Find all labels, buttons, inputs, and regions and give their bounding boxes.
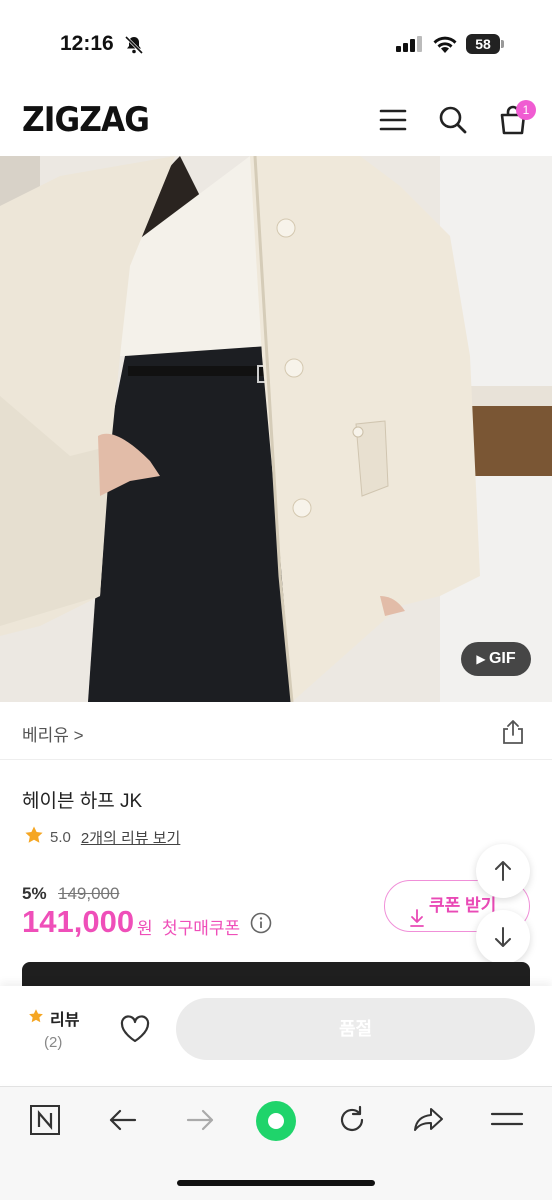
status-bar: 12:16 58: [0, 0, 552, 84]
info-icon[interactable]: [250, 912, 272, 939]
first-purchase-coupon-label: 첫구매쿠폰: [162, 919, 241, 938]
wifi-icon: [432, 35, 458, 58]
heart-icon[interactable]: [119, 1014, 151, 1049]
rating-row: 5.0 2개의 리뷰 보기: [24, 825, 180, 849]
review-tab-label: 리뷰: [50, 1012, 80, 1029]
share-icon[interactable]: [499, 718, 527, 751]
search-icon[interactable]: [437, 104, 469, 136]
app-header: ZIGZAG: [0, 84, 552, 156]
back-icon[interactable]: [106, 1105, 140, 1140]
green-dot-icon[interactable]: [254, 1099, 298, 1148]
review-count: (2): [44, 1034, 63, 1051]
product-photo: [0, 156, 552, 702]
share-forward-icon[interactable]: [412, 1103, 446, 1142]
play-icon: ▶: [476, 652, 489, 666]
star-icon: [24, 825, 44, 849]
browser-menu-icon[interactable]: [490, 1107, 524, 1138]
discount-rate: 5%: [22, 884, 47, 903]
gif-label: GIF: [488, 650, 516, 667]
cart-count-badge: 1: [516, 100, 536, 120]
bell-slash-icon: [124, 35, 144, 60]
reload-icon[interactable]: [335, 1103, 369, 1142]
download-icon: [409, 897, 425, 947]
naver-n-icon[interactable]: [28, 1103, 62, 1142]
status-time: 12:16: [60, 32, 114, 55]
forward-icon[interactable]: [183, 1105, 217, 1140]
zigzag-logo[interactable]: ZIGZAG: [22, 100, 150, 140]
store-row: 베리유 >: [0, 702, 552, 760]
scroll-up-button[interactable]: [476, 844, 530, 898]
battery-tip: [501, 40, 504, 48]
scroll-down-button[interactable]: [476, 910, 530, 964]
currency-unit: 원: [137, 919, 153, 938]
battery-level: 58: [466, 34, 500, 54]
menu-icon[interactable]: [377, 104, 409, 136]
original-price: 149,000: [58, 884, 120, 903]
star-icon: [28, 1008, 44, 1029]
rating-value: 5.0: [50, 828, 71, 846]
store-link[interactable]: 베리유 >: [22, 721, 84, 746]
home-indicator: [177, 1180, 375, 1186]
sale-price: 141,000: [22, 904, 135, 939]
review-link[interactable]: 2개의 리뷰 보기: [81, 827, 180, 848]
arrow-up-icon: [476, 861, 530, 902]
product-title: 헤이븐 하프 JK: [22, 791, 143, 812]
gif-badge[interactable]: ▶ GIF: [461, 642, 531, 676]
sold-out-button[interactable]: 품절: [176, 998, 535, 1060]
signal-icon: [396, 36, 424, 57]
purchase-action-bar: 리뷰 (2) 품절: [0, 986, 552, 1084]
review-tab[interactable]: 리뷰: [28, 1006, 79, 1030]
product-image[interactable]: [0, 156, 552, 702]
